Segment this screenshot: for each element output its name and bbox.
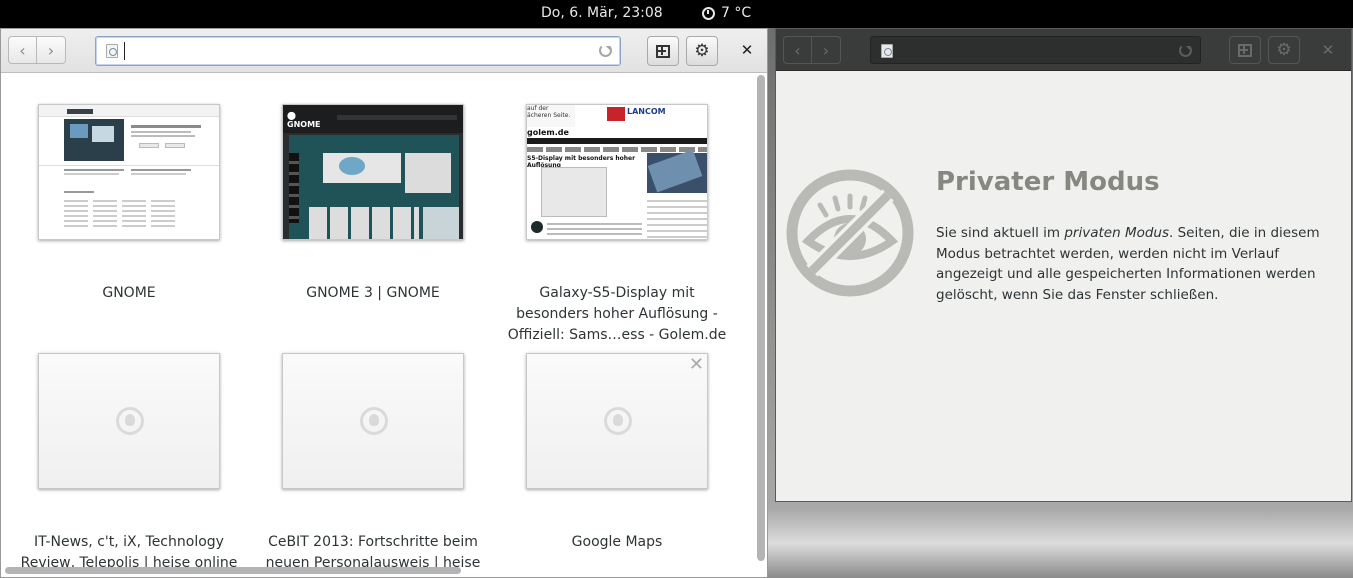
forward-arrow-icon: ›	[47, 40, 55, 60]
remove-tile-icon[interactable]: ✕	[689, 354, 704, 375]
close-window-button[interactable]: ✕	[737, 40, 757, 60]
private-text-emphasis: privaten Modus	[1064, 225, 1170, 241]
address-bar[interactable]	[870, 36, 1201, 64]
forward-arrow-icon: ›	[822, 40, 830, 60]
tile-thumbnail[interactable]: ✕	[526, 353, 708, 489]
private-mode-title: Privater Modus	[936, 167, 1160, 197]
gear-icon: ⚙	[1276, 39, 1292, 60]
new-tab-icon	[1238, 43, 1252, 57]
url-input[interactable]	[126, 41, 590, 61]
back-arrow-icon: ‹	[19, 40, 26, 60]
forward-button[interactable]: ›	[812, 36, 841, 64]
tile-label: GNOME 3 | GNOME	[306, 285, 440, 301]
close-icon: ✕	[1321, 41, 1335, 59]
tile-thumbnail[interactable]	[38, 353, 220, 489]
overview-grid: GNOME ⬤ GNOME GNOME 3 | GNOME auf der äc…	[1, 73, 757, 577]
new-tab-icon	[656, 44, 670, 58]
page-icon	[106, 44, 118, 58]
gear-icon: ⚙	[694, 40, 710, 61]
placeholder-logo-icon	[604, 407, 632, 435]
placeholder-logo-icon	[360, 407, 388, 435]
top-panel: Do, 6. Mär, 23:08 7 °C	[0, 0, 1353, 28]
private-mode-description: Sie sind aktuell im privaten Modus. Seit…	[936, 223, 1331, 305]
tile-thumbnail[interactable]: auf der ächeren Seite. LANCOM golem.de S5…	[526, 104, 708, 240]
back-arrow-icon: ‹	[794, 40, 801, 60]
vertical-scrollbar[interactable]	[757, 75, 765, 561]
private-mode-eye-icon	[786, 169, 914, 297]
page-icon	[881, 44, 893, 58]
weather-indicator[interactable]: 7 °C	[702, 5, 751, 21]
address-bar[interactable]	[95, 36, 621, 66]
new-tab-button[interactable]	[647, 36, 679, 66]
back-button[interactable]: ‹	[783, 36, 812, 64]
reload-icon[interactable]	[1179, 44, 1192, 57]
header-bar: ‹ › ⚙ ✕	[1, 29, 767, 73]
settings-button[interactable]: ⚙	[686, 36, 718, 66]
tile-label: Google Maps	[571, 534, 663, 550]
tile-label: Galaxy-S5-Display mit besonders hoher Au…	[507, 285, 727, 343]
tile-label: GNOME	[102, 285, 156, 301]
tile-thumbnail[interactable]	[282, 353, 464, 489]
browser-window-main: ‹ › ⚙ ✕ GNOME ⬤ GNOME GNOME 3 | GNOME au…	[0, 28, 768, 578]
settings-button[interactable]: ⚙	[1268, 36, 1300, 64]
forward-button[interactable]: ›	[37, 36, 66, 64]
horizontal-scrollbar[interactable]	[5, 567, 461, 574]
placeholder-logo-icon	[116, 407, 144, 435]
close-window-button[interactable]: ✕	[1318, 40, 1338, 60]
clock[interactable]: Do, 6. Mär, 23:08	[541, 5, 663, 21]
close-icon: ✕	[740, 41, 754, 59]
weather-temperature: 7 °C	[721, 5, 752, 21]
back-button[interactable]: ‹	[8, 36, 37, 64]
private-text-start: Sie sind aktuell im	[936, 225, 1065, 241]
text-cursor	[124, 42, 125, 60]
new-tab-button[interactable]	[1229, 36, 1261, 64]
tile-thumbnail[interactable]	[38, 104, 220, 240]
weather-clock-icon	[702, 6, 715, 20]
navigation-buttons: ‹ ›	[8, 36, 66, 64]
browser-window-private: ‹ › ⚙ ✕ Privater Modus Sie sind aktuell …	[775, 28, 1352, 502]
navigation-buttons: ‹ ›	[783, 36, 841, 64]
reload-icon[interactable]	[599, 44, 612, 57]
header-bar-private: ‹ › ⚙ ✕	[776, 29, 1351, 71]
tile-thumbnail[interactable]: ⬤ GNOME	[282, 104, 464, 240]
